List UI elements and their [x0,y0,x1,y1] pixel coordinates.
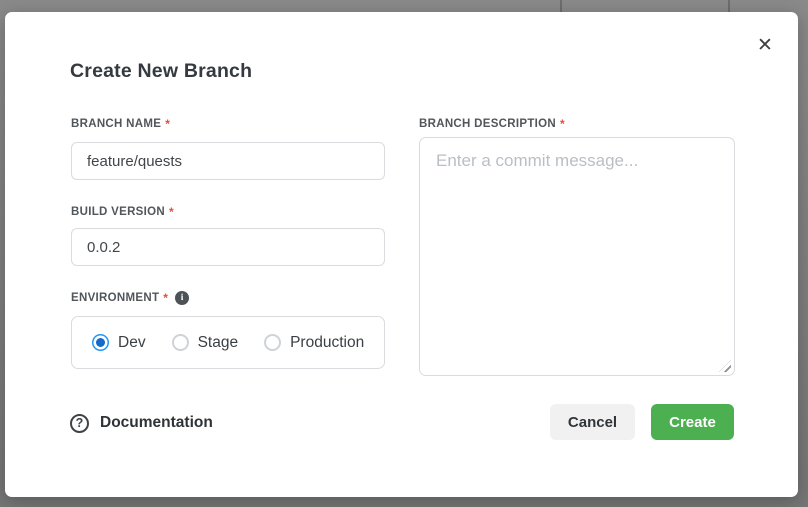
radio-unselected-icon[interactable] [171,334,189,351]
branch-name-label-text: BRANCH NAME [71,118,162,130]
required-marker: * [163,291,169,305]
radio-option-production[interactable]: Production [264,334,364,352]
help-icon: ? [70,413,89,433]
radio-selected-icon[interactable] [92,334,109,351]
radio-option-label: Dev [118,333,146,351]
radio-option-label: Stage [197,333,239,351]
required-marker: * [169,205,174,219]
environment-label-text: ENVIRONMENT [71,292,160,304]
branch-name-label: BRANCH NAME * [71,117,170,131]
create-branch-modal: ✕ Create New Branch BRANCH NAME * BUILD … [5,12,798,497]
documentation-link[interactable]: ? Documentation [70,410,213,436]
build-version-input[interactable] [71,228,385,266]
close-icon[interactable]: ✕ [752,32,778,58]
documentation-label: Documentation [100,414,213,431]
branch-description-wrap [419,137,735,376]
build-version-label-text: BUILD VERSION [71,206,165,218]
radio-option-stage[interactable]: Stage [171,333,239,352]
environment-radio-group: Dev Stage Production [71,316,385,369]
info-icon[interactable]: i [175,291,190,305]
radio-option-dev[interactable]: Dev [92,334,146,352]
environment-label: ENVIRONMENT * i [71,291,190,305]
branch-description-label-text: BRANCH DESCRIPTION [419,118,557,130]
radio-option-label: Production [290,333,365,351]
branch-name-input[interactable] [71,142,385,180]
required-marker: * [165,117,171,131]
radio-unselected-icon[interactable] [264,334,282,351]
branch-description-label: BRANCH DESCRIPTION * [419,117,565,131]
build-version-label: BUILD VERSION * [71,205,174,219]
page-title: Create New Branch [70,60,253,82]
cancel-button[interactable]: Cancel [550,404,635,440]
required-marker: * [560,117,565,131]
create-button[interactable]: Create [651,404,734,440]
branch-description-textarea[interactable] [419,137,735,376]
